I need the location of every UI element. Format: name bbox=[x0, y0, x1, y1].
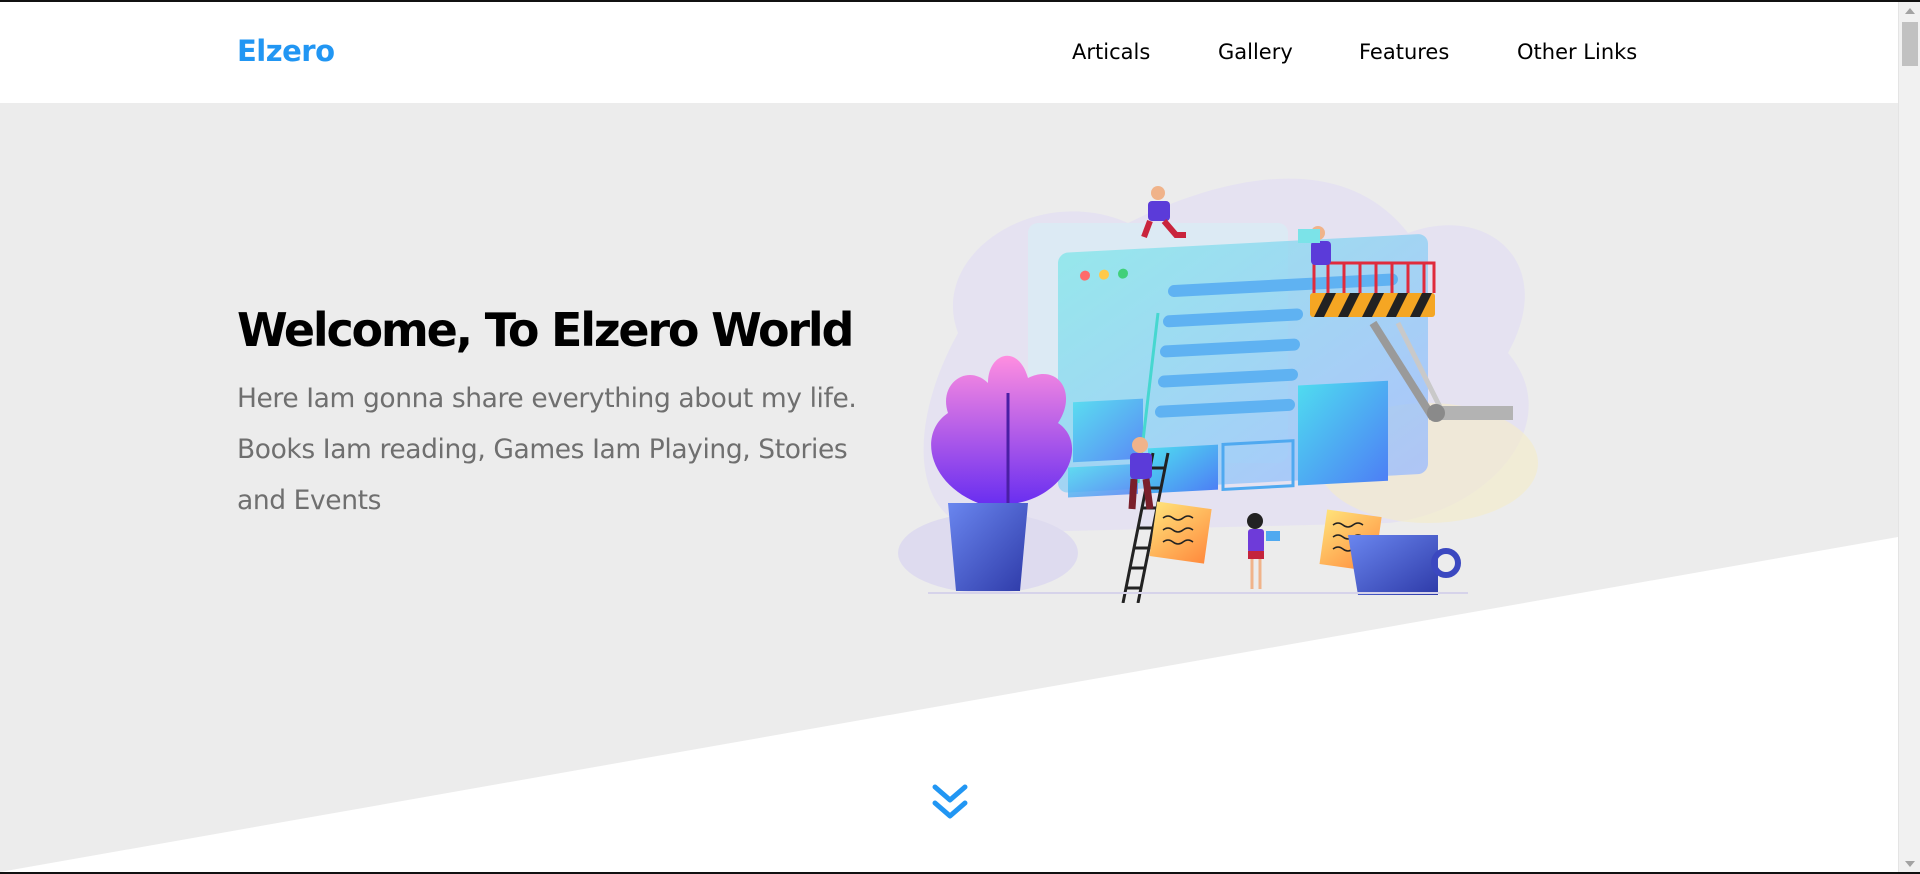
scroll-up-arrow-icon[interactable] bbox=[1899, 2, 1920, 19]
nav-link-articals[interactable]: Articals bbox=[1072, 40, 1150, 64]
hero-illustration bbox=[898, 178, 1538, 603]
scroll-down-arrow-icon[interactable] bbox=[1899, 855, 1920, 872]
hero-description: Here Iam gonna share everything about my… bbox=[237, 383, 857, 516]
hero-section: Welcome, To Elzero World Here Iam gonna … bbox=[0, 103, 1898, 872]
nav-link-features[interactable]: Features bbox=[1359, 40, 1449, 64]
nav-link-gallery[interactable]: Gallery bbox=[1218, 40, 1293, 64]
brand-logo[interactable]: Elzero bbox=[237, 34, 335, 68]
browser-viewport: Elzero Articals Gallery Features Other L… bbox=[0, 2, 1920, 872]
scrollbar-thumb[interactable] bbox=[1902, 22, 1918, 66]
nav-link-other-links[interactable]: Other Links bbox=[1517, 40, 1637, 64]
site-header: Elzero Articals Gallery Features Other L… bbox=[0, 2, 1898, 103]
hero-title: Welcome, To Elzero World bbox=[237, 303, 854, 357]
double-chevron-down-icon[interactable] bbox=[931, 783, 969, 823]
page-scrollbar[interactable] bbox=[1898, 2, 1920, 872]
